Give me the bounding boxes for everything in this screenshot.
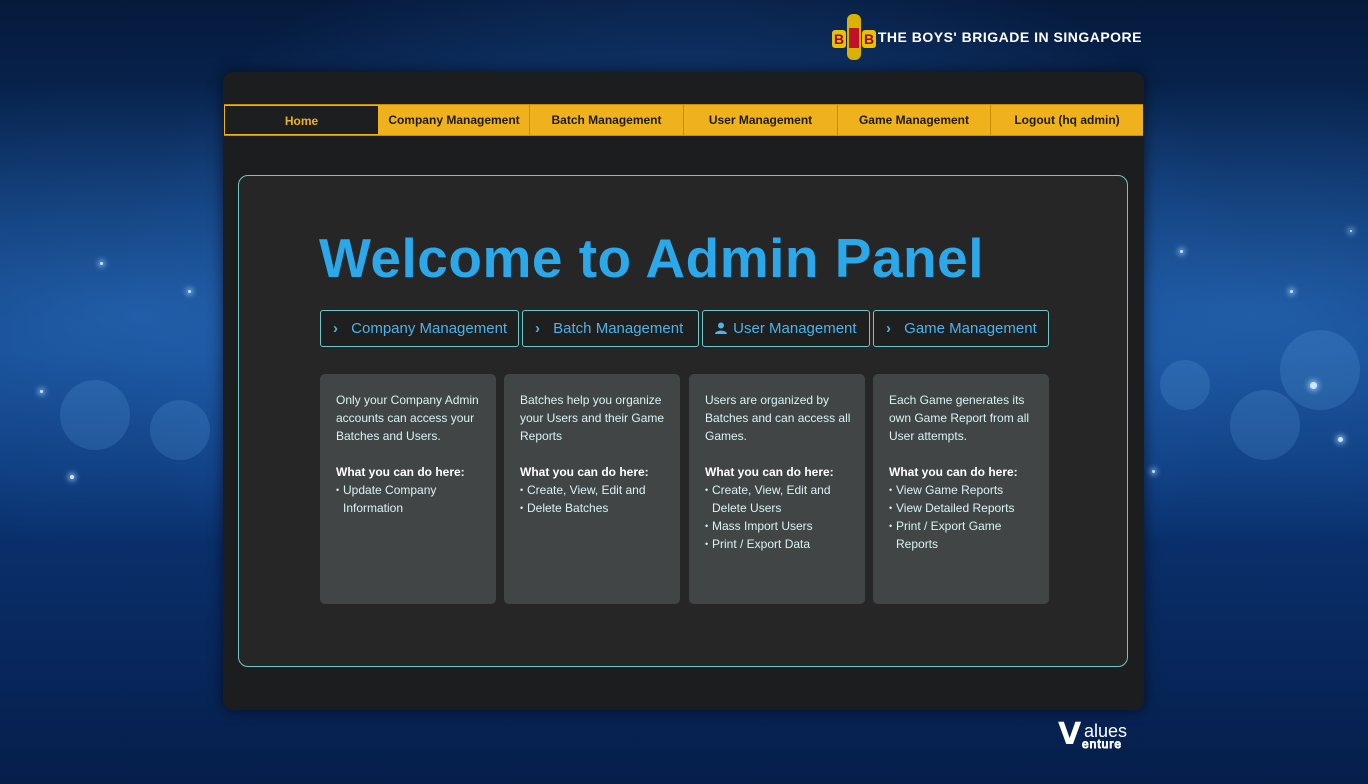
list-item: Print / Export Data (705, 535, 853, 553)
bokeh (1160, 360, 1210, 410)
bokeh (150, 400, 210, 460)
list-item: Mass Import Users (705, 517, 853, 535)
list-item: View Game Reports (889, 481, 1037, 499)
button-label: Game Management (904, 320, 1037, 337)
game-info-card: Each Game generates its own Game Report … (873, 374, 1049, 604)
bokeh (1230, 390, 1300, 460)
star (1310, 382, 1317, 389)
button-label: User Management (733, 320, 857, 337)
list-item: Create, View, Edit and (520, 481, 668, 499)
list-item: Print / Export Game Reports (889, 517, 1037, 553)
list-item: Delete Batches (520, 499, 668, 517)
star (1152, 470, 1155, 473)
card-list: Create, View, Edit and Delete Batches (520, 481, 668, 517)
welcome-content: Welcome to Admin Panel › Company Managem… (238, 175, 1128, 667)
main-panel: Home Company Management Batch Management… (223, 72, 1144, 710)
card-description: Each Game generates its own Game Report … (889, 393, 1030, 443)
nav-user-management[interactable]: User Management (683, 105, 837, 135)
nav-game-management[interactable]: Game Management (837, 105, 990, 135)
card-list: Create, View, Edit and Delete Users Mass… (705, 481, 853, 553)
company-info-card: Only your Company Admin accounts can acc… (320, 374, 496, 604)
company-management-button[interactable]: › Company Management (320, 310, 519, 347)
batch-management-button[interactable]: › Batch Management (522, 310, 699, 347)
organisation-logo: B B THE BOYS' BRIGADE IN SINGAPORE (832, 12, 1142, 62)
card-what-label: What you can do here: (520, 465, 649, 479)
star (188, 290, 191, 293)
card-what-label: What you can do here: (336, 465, 465, 479)
nav-batch-management[interactable]: Batch Management (529, 105, 683, 135)
logo-text-bottom: enture (1081, 737, 1123, 751)
bokeh (1280, 330, 1360, 410)
user-management-button[interactable]: User Management (702, 310, 870, 347)
list-item: Create, View, Edit and Delete Users (705, 481, 853, 517)
star (1338, 437, 1343, 442)
batch-info-card: Batches help you organize your Users and… (504, 374, 680, 604)
star (1350, 230, 1352, 232)
card-description: Only your Company Admin accounts can acc… (336, 393, 479, 443)
card-description: Batches help you organize your Users and… (520, 393, 665, 443)
card-what-label: What you can do here: (705, 465, 834, 479)
game-management-button[interactable]: › Game Management (873, 310, 1049, 347)
star (70, 475, 74, 479)
card-list: Update Company Information (336, 481, 484, 517)
chevron-right-icon: › (535, 320, 540, 337)
values-venture-logo: V alues enture (1058, 720, 1148, 752)
cross-shape (849, 28, 859, 48)
button-label: Company Management (351, 320, 508, 337)
button-label: Batch Management (553, 320, 684, 337)
chevron-right-icon: › (886, 320, 891, 337)
chevron-right-icon: › (333, 320, 338, 337)
card-list: View Game Reports View Detailed Reports … (889, 481, 1037, 553)
nav-home[interactable]: Home (224, 105, 379, 135)
star (100, 262, 103, 265)
user-info-card: Users are organized by Batches and can a… (689, 374, 865, 604)
page-title: Welcome to Admin Panel (319, 227, 985, 289)
card-what-label: What you can do here: (889, 465, 1018, 479)
user-icon (715, 311, 729, 346)
nav-company-management[interactable]: Company Management (379, 105, 529, 135)
bb-emblem-icon: B B (832, 12, 876, 62)
star (40, 390, 43, 393)
emblem-letter: B (832, 30, 846, 48)
nav-logout[interactable]: Logout (hq admin) (990, 105, 1143, 135)
emblem-letter: B (862, 30, 876, 48)
star (1180, 250, 1183, 253)
list-item: Update Company Information (336, 481, 484, 517)
list-item: View Detailed Reports (889, 499, 1037, 517)
top-nav: Home Company Management Batch Management… (224, 104, 1143, 136)
bokeh (60, 380, 130, 450)
logo-mark: V (1058, 717, 1082, 752)
card-description: Users are organized by Batches and can a… (705, 393, 851, 443)
star (1290, 290, 1293, 293)
organisation-name: THE BOYS' BRIGADE IN SINGAPORE (877, 29, 1142, 45)
